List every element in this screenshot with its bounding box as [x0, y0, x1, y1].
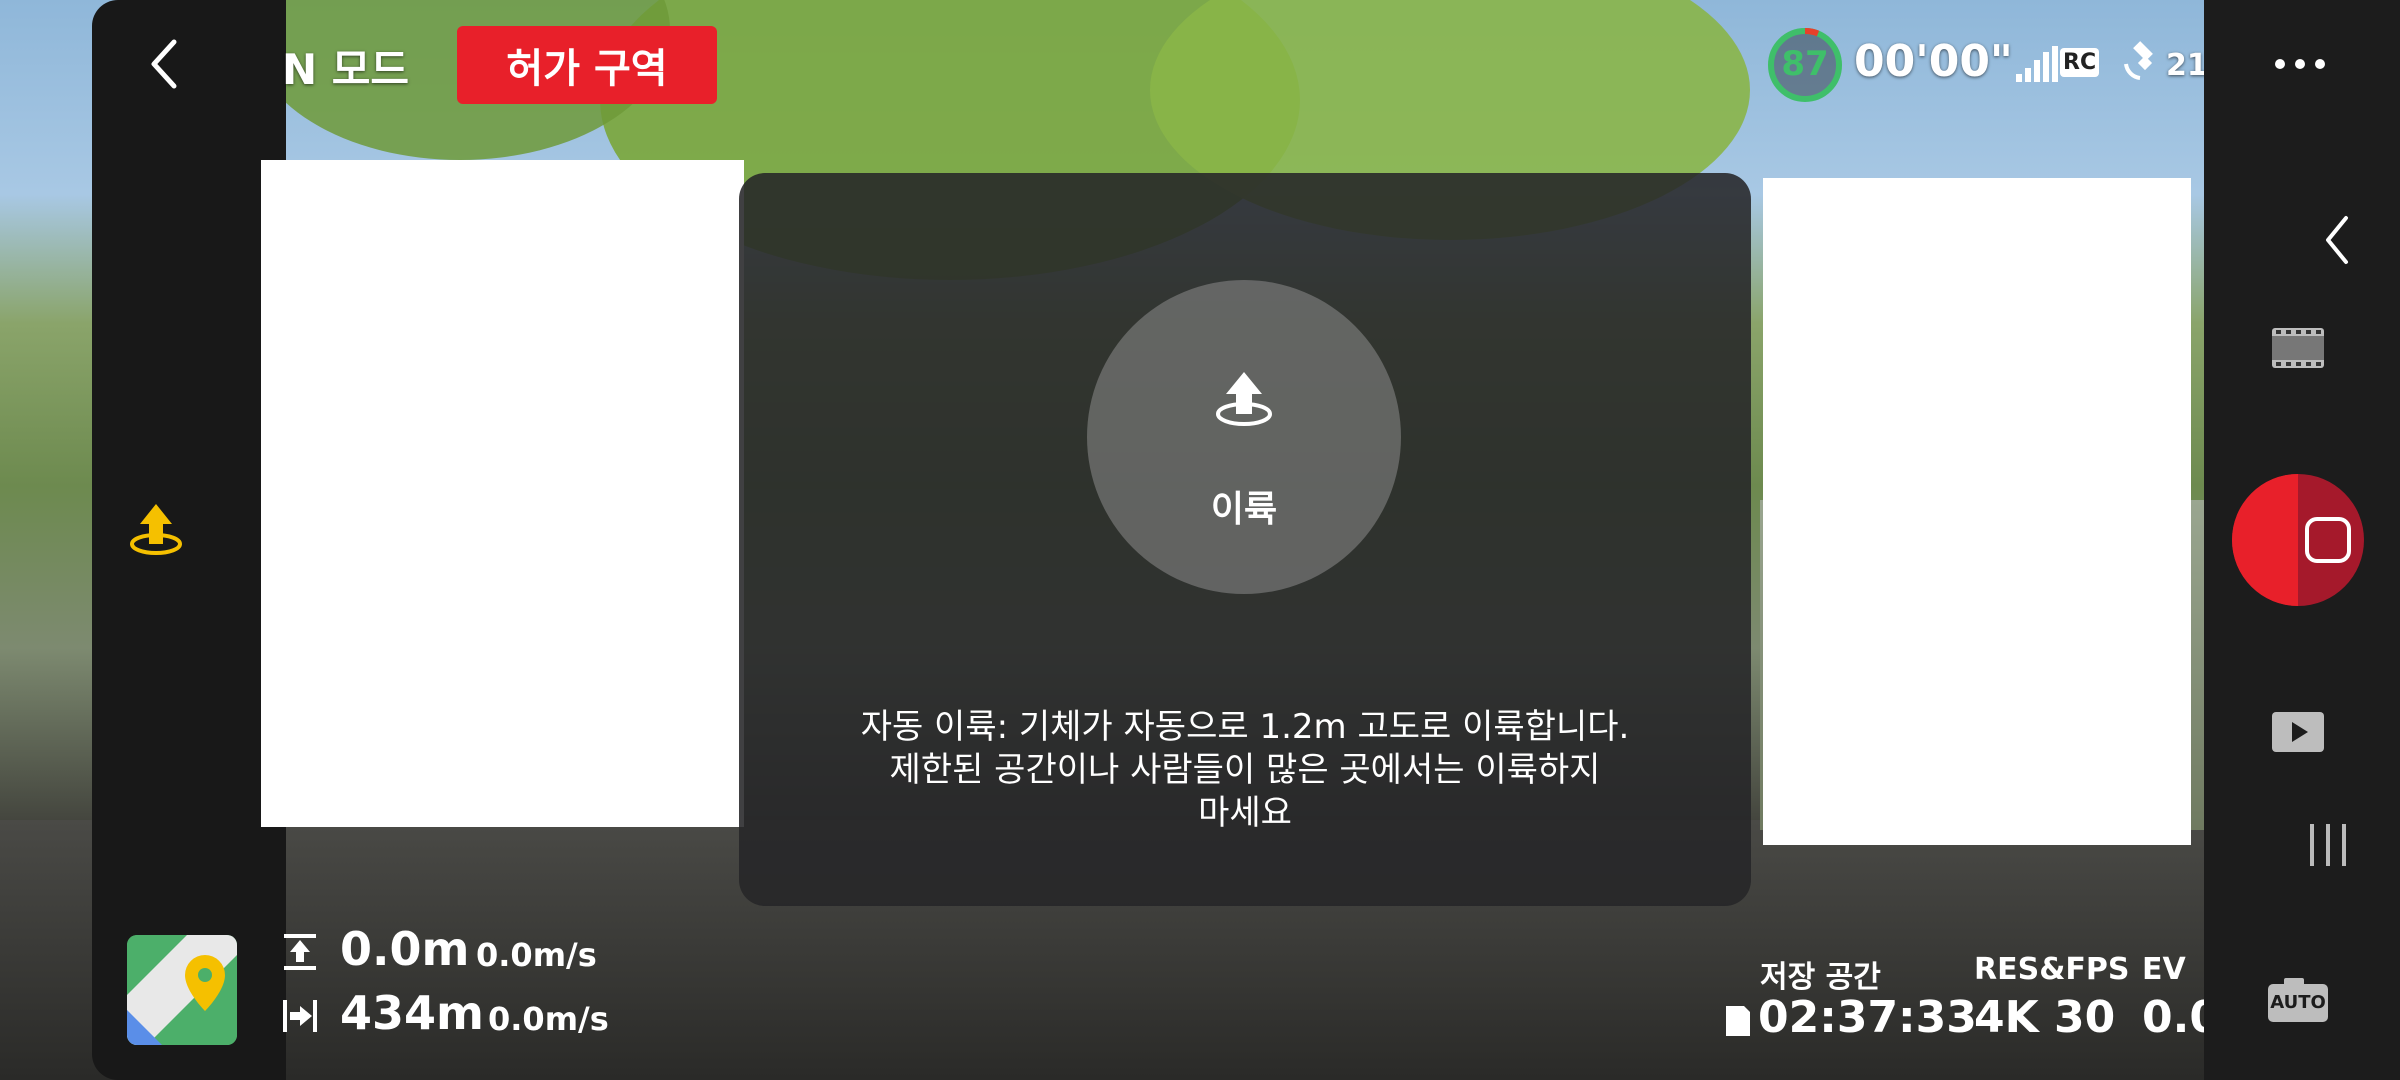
recents-icon: [2310, 824, 2346, 866]
vertical-speed-value: 0.0m/s: [476, 936, 597, 974]
video-mode-button[interactable]: [2270, 326, 2326, 370]
satellite-count: 21: [2166, 48, 2208, 83]
camera-mode-button[interactable]: AUTO: [2266, 976, 2330, 1024]
battery-percent: 87: [1781, 44, 1829, 84]
distance-value: 434m: [340, 986, 484, 1040]
signal-bars-icon: [2016, 46, 2058, 82]
takeoff-icon: [1216, 372, 1272, 426]
battery-indicator[interactable]: 87: [1766, 26, 1844, 104]
takeoff-warning-message: 자동 이륙: 기체가 자동으로 1.2m 고도로 이륙합니다. 제한된 공간이나…: [830, 706, 1660, 835]
message-line: 자동 이륙: 기체가 자동으로 1.2m 고도로 이륙합니다.: [860, 707, 1630, 747]
stop-square-icon: [2305, 517, 2351, 563]
map-button[interactable]: [127, 935, 237, 1045]
panel-collapse-button[interactable]: [2316, 212, 2356, 268]
takeoff-shortcut-button[interactable]: [126, 500, 186, 560]
zone-status-badge[interactable]: 허가 구역: [457, 26, 717, 104]
left-sidebar: [92, 0, 286, 1080]
play-icon: [2272, 712, 2324, 752]
gps-indicator: 21: [2120, 36, 2208, 86]
flight-time: 00'00": [1854, 36, 2013, 87]
film-icon: [2272, 328, 2324, 368]
back-button[interactable]: [140, 34, 190, 94]
resfps-label: RES&FPS: [1974, 952, 2130, 987]
horizontal-speed-value: 0.0m/s: [488, 1000, 609, 1038]
message-line: 제한된 공간이나 사람들이 많은 곳에서는 이륙하지: [889, 750, 1601, 790]
signal-indicator: RC: [2014, 44, 2100, 84]
takeoff-label: 이륙: [1210, 489, 1278, 530]
playback-button[interactable]: [2270, 710, 2326, 754]
nav-recents-button[interactable]: [2306, 820, 2350, 870]
satellite-icon: [2124, 41, 2153, 80]
storage-value[interactable]: 02:37:33: [1758, 992, 1977, 1043]
rc-label: RC: [2060, 48, 2100, 77]
record-button[interactable]: [2232, 474, 2364, 606]
more-options-button[interactable]: [2272, 50, 2328, 78]
distance-icon: [283, 1000, 317, 1032]
camera-mode-label: AUTO: [2270, 992, 2326, 1013]
takeoff-icon: [130, 504, 182, 555]
ev-label: EV: [2142, 952, 2186, 987]
altitude-icon: [284, 934, 316, 970]
sd-card-icon: [1726, 1006, 1750, 1036]
map-icon: [127, 935, 237, 1045]
message-line: 마세요: [1198, 793, 1292, 833]
altitude-value: 0.0m: [340, 922, 470, 976]
flight-mode-label[interactable]: N 모드: [282, 36, 409, 97]
chevron-left-icon: [151, 39, 177, 89]
overlay-panel-right: [1763, 178, 2191, 845]
takeoff-button[interactable]: [1087, 280, 1401, 594]
storage-label: 저장 공간: [1760, 960, 1881, 995]
resfps-value[interactable]: 4K 30: [1974, 992, 2115, 1043]
more-icon: [2275, 59, 2325, 69]
chevron-left-icon: [2326, 216, 2348, 264]
overlay-panel-left: [261, 160, 744, 827]
